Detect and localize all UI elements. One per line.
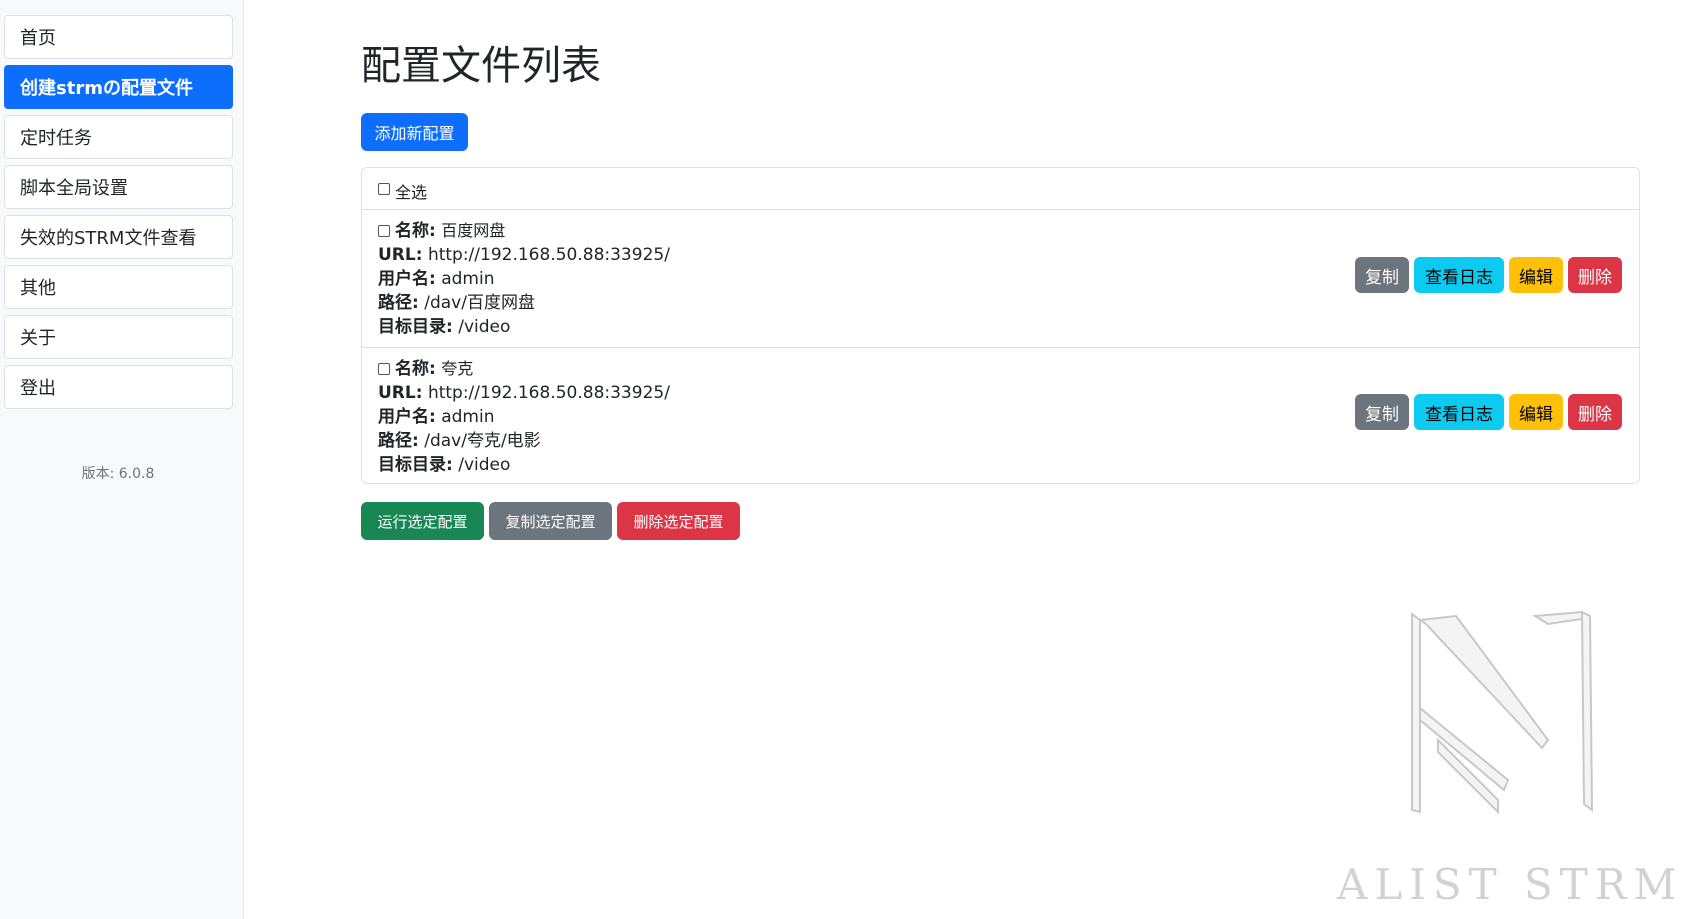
copy-button[interactable]: 复制 (1355, 257, 1409, 293)
edit-button[interactable]: 编辑 (1509, 257, 1563, 293)
main-content: 配置文件列表 添加新配置 全选 名称: 百度网盘 URL: http://192… (0, 0, 1697, 919)
watermark-text: ALIST STRM (1337, 860, 1684, 909)
config-url: URL: http://192.168.50.88:33925/ (378, 245, 670, 265)
view-logs-button[interactable]: 查看日志 (1414, 257, 1504, 293)
edit-button[interactable]: 编辑 (1509, 394, 1563, 430)
select-all-row: 全选 (362, 168, 1639, 210)
delete-selected-button[interactable]: 删除选定配置 (617, 502, 740, 540)
config-path: 路径: /dav/夸克/电影 (378, 431, 541, 451)
config-checkbox[interactable] (378, 225, 390, 237)
select-all-label: 全选 (395, 183, 428, 202)
config-name: 名称: 夸克 (395, 359, 474, 379)
list-item: 名称: 夸克 URL: http://192.168.50.88:33925/ … (362, 348, 1639, 484)
config-target-dir: 目标目录: /video (378, 317, 511, 337)
view-logs-button[interactable]: 查看日志 (1414, 394, 1504, 430)
add-config-button[interactable]: 添加新配置 (361, 113, 468, 151)
list-item: 名称: 百度网盘 URL: http://192.168.50.88:33925… (362, 210, 1639, 348)
config-username: 用户名: admin (378, 269, 495, 289)
config-username: 用户名: admin (378, 407, 495, 427)
config-list: 全选 名称: 百度网盘 URL: http://192.168.50.88:33… (361, 167, 1640, 484)
page-title: 配置文件列表 (361, 43, 601, 89)
run-selected-button[interactable]: 运行选定配置 (361, 502, 484, 540)
config-target-dir: 目标目录: /video (378, 455, 511, 475)
config-name: 名称: 百度网盘 (395, 221, 506, 241)
delete-button[interactable]: 删除 (1568, 257, 1622, 293)
config-checkbox[interactable] (378, 363, 390, 375)
delete-button[interactable]: 删除 (1568, 394, 1622, 430)
config-url: URL: http://192.168.50.88:33925/ (378, 383, 670, 403)
config-path: 路径: /dav/百度网盘 (378, 293, 535, 313)
select-all-checkbox[interactable] (378, 183, 390, 195)
copy-button[interactable]: 复制 (1355, 394, 1409, 430)
copy-selected-button[interactable]: 复制选定配置 (489, 502, 612, 540)
